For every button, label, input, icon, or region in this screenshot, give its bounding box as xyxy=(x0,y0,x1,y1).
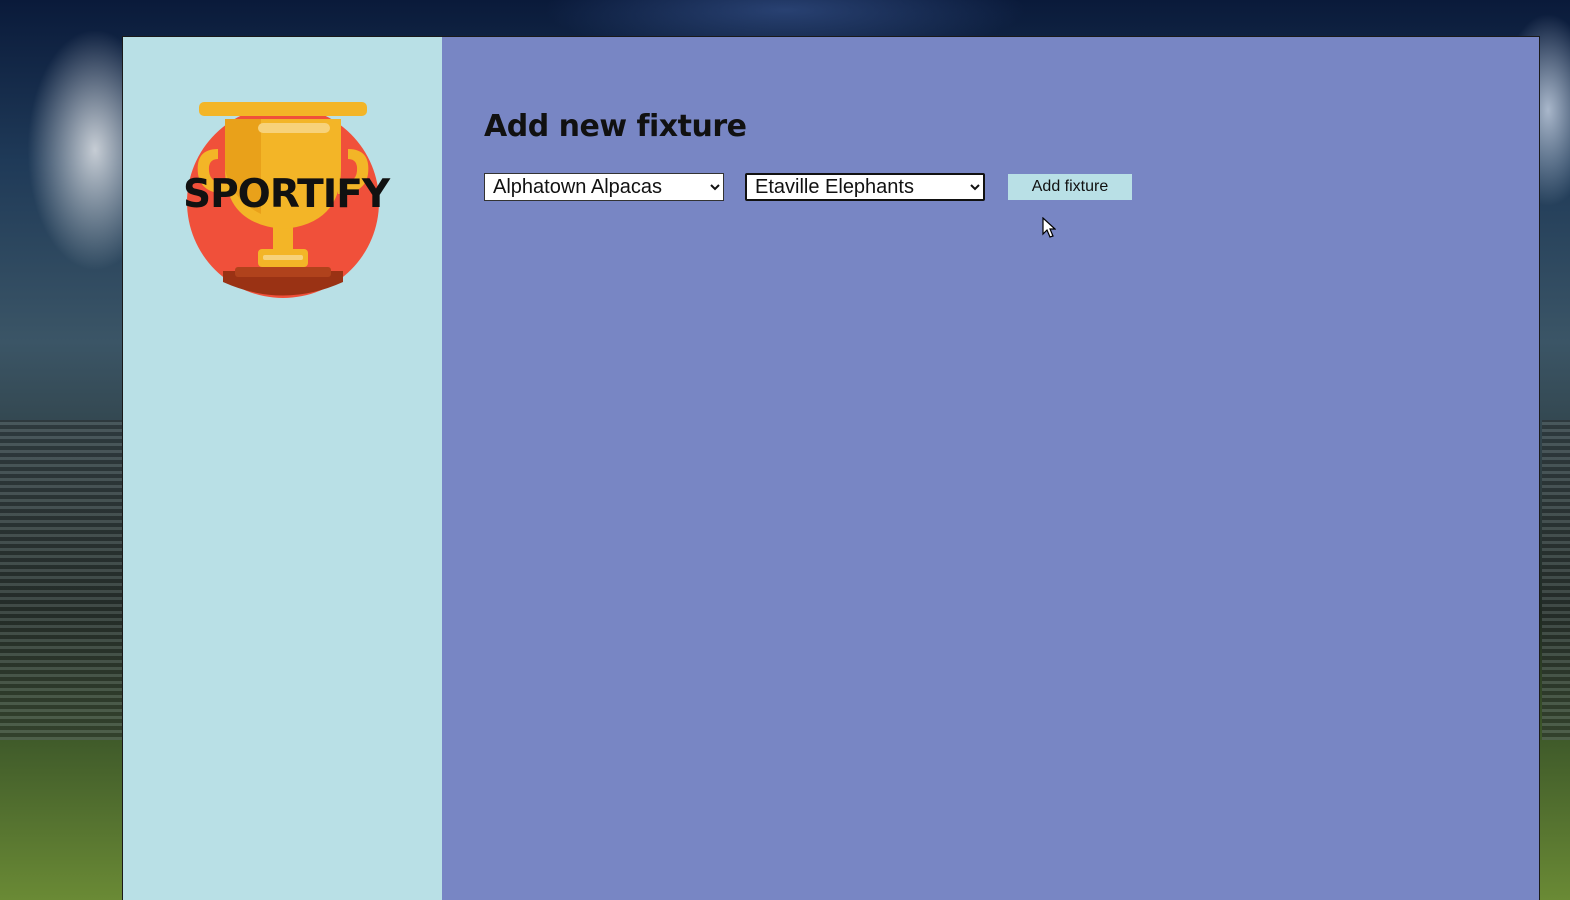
sportify-logo: SPORTIFY xyxy=(183,99,390,299)
mouse-pointer-icon xyxy=(1042,217,1056,238)
background-stadium-stands-left xyxy=(0,420,122,740)
brand-name: SPORTIFY xyxy=(183,172,390,217)
page-title: Add new fixture xyxy=(484,109,747,144)
app-window: SPORTIFY Add new fixture Alphatown Alpac… xyxy=(122,36,1540,900)
away-team-select[interactable]: Etaville Elephants xyxy=(745,173,985,201)
home-team-select[interactable]: Alphatown Alpacas xyxy=(484,173,724,201)
sidebar: SPORTIFY xyxy=(123,37,442,900)
add-fixture-button[interactable]: Add fixture xyxy=(1008,174,1132,200)
background-stadium-stands-right xyxy=(1542,420,1570,740)
add-fixture-form: Alphatown Alpacas Etaville Elephants Add… xyxy=(484,173,1132,201)
main-content: Add new fixture Alphatown Alpacas Etavil… xyxy=(442,37,1539,900)
